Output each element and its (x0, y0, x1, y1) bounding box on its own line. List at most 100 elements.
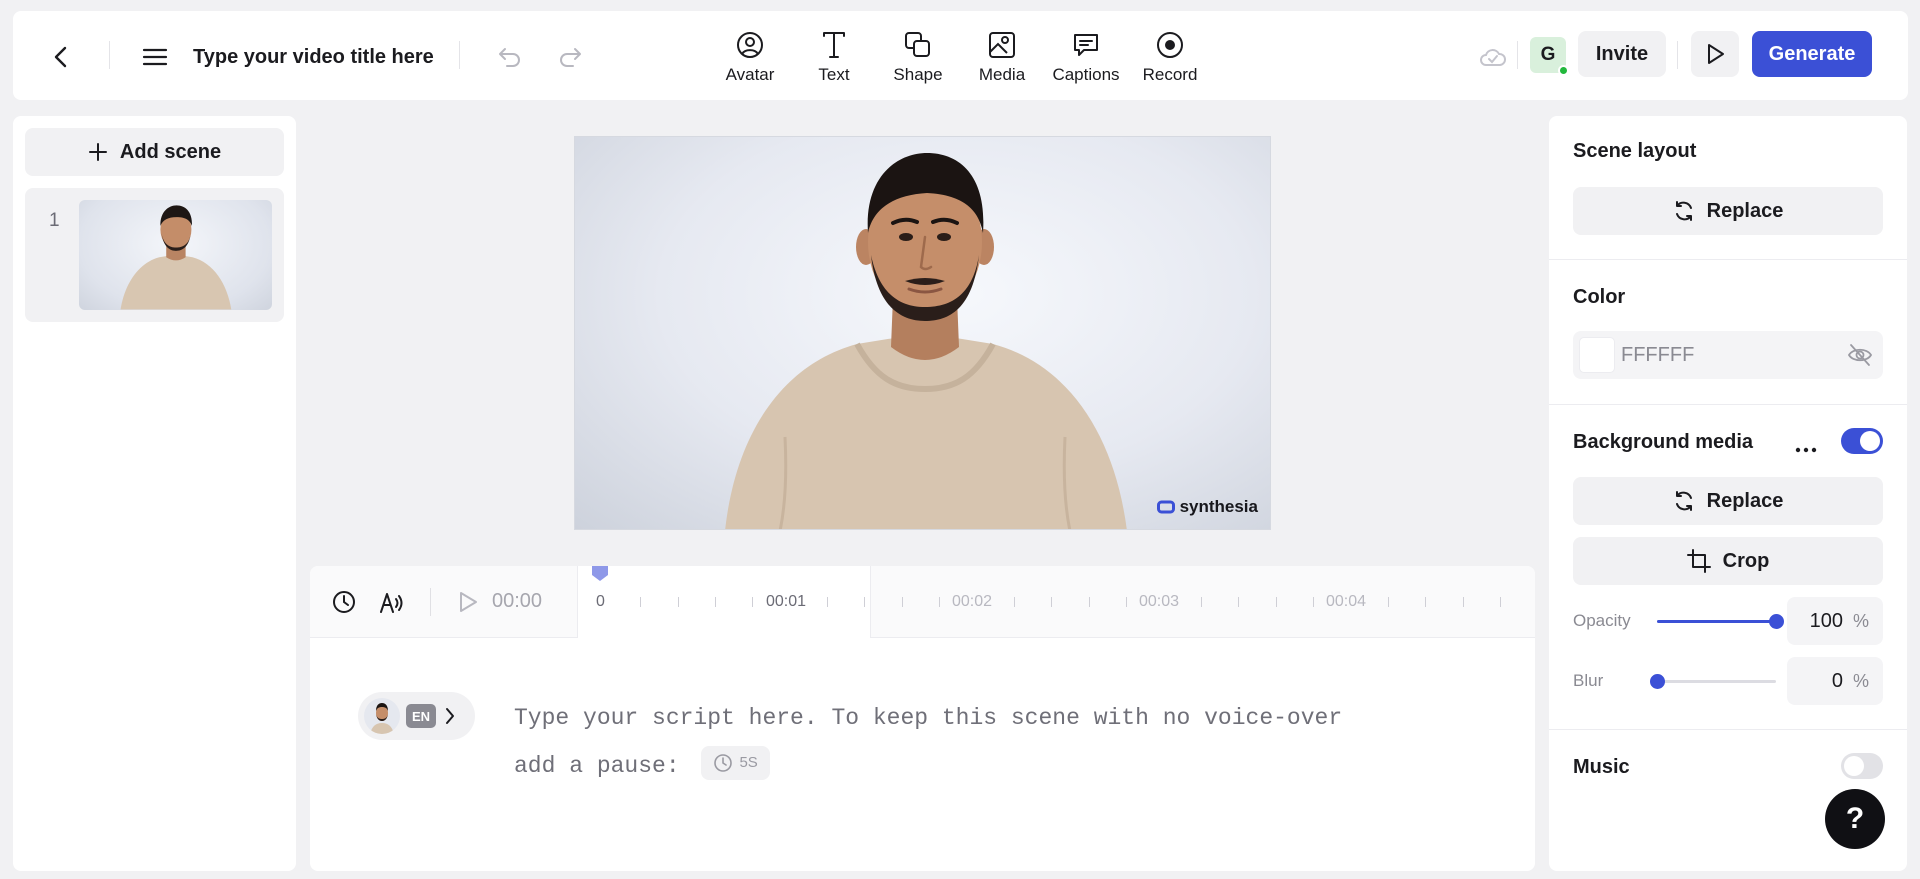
tick (1051, 597, 1052, 607)
tick (1201, 597, 1202, 607)
text-icon (821, 25, 847, 59)
divider (1517, 41, 1518, 69)
script-input[interactable]: Type your script here. To keep this scen… (514, 694, 1374, 790)
invite-button[interactable]: Invite (1578, 31, 1666, 77)
synthesia-watermark: synthesia (1156, 497, 1258, 517)
tick (715, 597, 716, 607)
more-options-icon[interactable] (1792, 438, 1820, 462)
percent-unit: % (1852, 611, 1869, 631)
divider (1549, 404, 1907, 405)
help-label: ? (1845, 802, 1865, 835)
scene-number: 1 (49, 210, 60, 231)
tool-media[interactable]: Media (960, 25, 1044, 89)
blur-slider-handle[interactable] (1650, 674, 1665, 689)
voice-avatar-thumbnail (364, 698, 400, 734)
current-time: 00:00 (492, 590, 543, 612)
tick (1276, 597, 1277, 607)
menu-button[interactable] (139, 41, 171, 73)
media-icon (988, 25, 1016, 59)
eye-off-icon[interactable] (1847, 343, 1873, 367)
pause-duration: 5S (739, 753, 758, 771)
time-marker: 00:04 (1326, 593, 1367, 610)
crop-label: Crop (1722, 549, 1770, 572)
plus-icon (88, 142, 108, 162)
tick (1388, 597, 1389, 607)
top-bar: Type your video title here Avatar Text S… (13, 11, 1908, 100)
replace-background-button[interactable]: Replace (1573, 477, 1883, 525)
background-media-title: Background media (1573, 431, 1754, 453)
opacity-value: 100 (1809, 610, 1843, 632)
tick (640, 597, 641, 607)
replace-icon (1673, 199, 1695, 223)
opacity-slider-handle[interactable] (1769, 614, 1784, 629)
voice-selector[interactable]: EN (358, 692, 475, 740)
tick (1014, 597, 1015, 607)
presenter-thumbnail-image (120, 205, 232, 310)
opacity-input[interactable]: 100 % (1787, 597, 1883, 645)
timeline-play-icon[interactable] (456, 590, 480, 614)
shape-icon (904, 25, 932, 59)
blur-slider[interactable] (1650, 674, 1776, 689)
tick (752, 597, 753, 607)
back-button[interactable] (45, 41, 77, 73)
scene-item[interactable]: 1 (25, 188, 284, 322)
avatar-icon (736, 25, 764, 59)
tool-label: Media (978, 65, 1026, 84)
undo-button[interactable] (493, 40, 527, 74)
online-status-dot (1558, 65, 1569, 76)
tick (1463, 597, 1464, 607)
tool-label: Captions (1052, 65, 1120, 84)
pause-chip[interactable]: 5S (701, 745, 770, 780)
user-initial: G (1540, 44, 1556, 65)
divider (109, 41, 110, 69)
tick (1238, 597, 1239, 607)
playhead-handle[interactable] (591, 566, 609, 582)
crop-button[interactable]: Crop (1573, 537, 1883, 585)
music-toggle[interactable] (1841, 753, 1883, 779)
background-media-toggle[interactable] (1841, 428, 1883, 454)
color-title: Color (1573, 286, 1626, 308)
color-swatch[interactable] (1579, 337, 1615, 373)
tool-label: Record (1142, 65, 1198, 84)
tool-shape[interactable]: Shape (876, 25, 960, 89)
crop-icon (1686, 549, 1711, 573)
divider (1549, 729, 1907, 730)
watermark-text: synthesia (1179, 497, 1258, 516)
tick (678, 597, 679, 607)
language-badge: EN (406, 704, 436, 728)
redo-button[interactable] (553, 40, 587, 74)
tick (864, 597, 865, 607)
script-editor-panel: 00:00 0 00:01 00:02 00:03 00:04 EN Type … (310, 566, 1535, 871)
properties-panel: Scene layout Replace Color FFFFFF Backgr… (1549, 116, 1907, 871)
clock-icon[interactable] (332, 590, 356, 614)
opacity-label: Opacity (1573, 611, 1631, 630)
timeline-track[interactable]: 0 00:01 00:02 00:03 00:04 (577, 566, 1535, 638)
replace-layout-button[interactable]: Replace (1573, 187, 1883, 235)
generate-button[interactable]: Generate (1752, 31, 1872, 77)
color-input[interactable]: FFFFFF (1573, 331, 1883, 379)
help-button[interactable]: ? (1825, 789, 1885, 849)
blur-input[interactable]: 0 % (1787, 657, 1883, 705)
undo-icon (497, 47, 523, 67)
tool-label: Text (818, 65, 850, 84)
opacity-slider[interactable] (1657, 614, 1784, 629)
add-scene-button[interactable]: Add scene (25, 128, 284, 176)
video-preview-canvas[interactable]: synthesia (574, 136, 1271, 530)
synthesia-logo-icon (1156, 500, 1175, 514)
music-title: Music (1573, 756, 1630, 778)
script-placeholder: Type your script here. To keep this scen… (514, 705, 1343, 779)
tool-text[interactable]: Text (792, 25, 876, 89)
tool-avatar[interactable]: Avatar (708, 25, 792, 89)
voice-settings-icon[interactable] (378, 588, 406, 616)
replace-icon (1673, 489, 1695, 513)
tool-record[interactable]: Record (1128, 25, 1212, 89)
add-scene-label: Add scene (119, 140, 222, 163)
user-avatar[interactable]: G (1530, 37, 1569, 76)
captions-icon (1072, 25, 1100, 59)
video-title-input[interactable]: Type your video title here (193, 41, 434, 73)
replace-label: Replace (1706, 489, 1784, 512)
tool-captions[interactable]: Captions (1044, 25, 1128, 89)
tool-label: Shape (893, 65, 943, 84)
preview-play-button[interactable] (1691, 31, 1739, 77)
time-marker: 00:02 (952, 593, 993, 610)
